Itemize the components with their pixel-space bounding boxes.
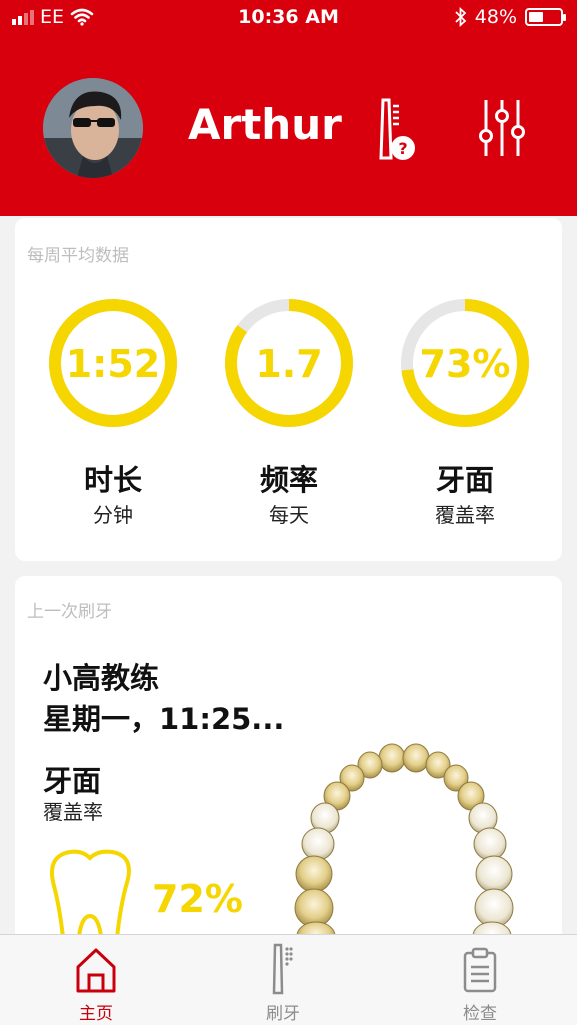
duration-value: 1:52 (65, 342, 161, 386)
coverage-subheading: 覆盖率 (43, 800, 103, 824)
battery-percent: 48% (474, 6, 517, 28)
status-bar: EE 10:36 AM 48% (0, 0, 577, 36)
duration-unit: 分钟 (93, 503, 133, 527)
tab-home-label: 主页 (79, 1004, 113, 1024)
tab-brush-label: 刷牙 (266, 1004, 300, 1024)
coverage-unit: 覆盖率 (435, 503, 495, 527)
tooth-icon (50, 849, 131, 946)
tab-home[interactable]: 主页 (36, 935, 156, 1025)
frequency-value: 1.7 (255, 342, 323, 386)
frequency-unit: 每天 (269, 503, 309, 527)
tab-brush[interactable]: 刷牙 (223, 935, 343, 1025)
last-brushing-title: 上一次刷牙 (27, 602, 112, 622)
last-coverage-value: 72% (152, 877, 243, 921)
battery-icon (525, 8, 566, 26)
dental-arch-image (294, 743, 514, 940)
toothbrush-icon (272, 943, 293, 995)
svg-text:?: ? (398, 139, 407, 158)
status-right: 48% (455, 6, 566, 28)
bluetooth-icon (455, 7, 467, 27)
bottom-tab-bar: 主页 刷牙 检查 (0, 934, 577, 1025)
toothbrush-help-icon[interactable]: ? (373, 98, 419, 164)
home-icon (76, 948, 116, 993)
brushing-time: 星期一，11:25... (43, 702, 285, 736)
coach-name: 小高教练 (43, 661, 160, 695)
user-name: Arthur (188, 100, 342, 149)
frequency-label: 频率 (259, 463, 318, 497)
settings-sliders-icon[interactable] (478, 98, 526, 158)
avatar[interactable] (43, 78, 143, 178)
coverage-heading: 牙面 (43, 764, 102, 798)
duration-label: 时长 (83, 463, 142, 497)
tab-check-label: 检查 (463, 1004, 497, 1024)
clipboard-icon (463, 947, 497, 993)
weekly-title: 每周平均数据 (27, 246, 129, 266)
app-header: EE 10:36 AM 48% Arthur ? (0, 0, 577, 216)
coverage-value: 73% (419, 342, 511, 386)
tab-check[interactable]: 检查 (420, 935, 540, 1025)
coverage-label: 牙面 (435, 463, 494, 497)
